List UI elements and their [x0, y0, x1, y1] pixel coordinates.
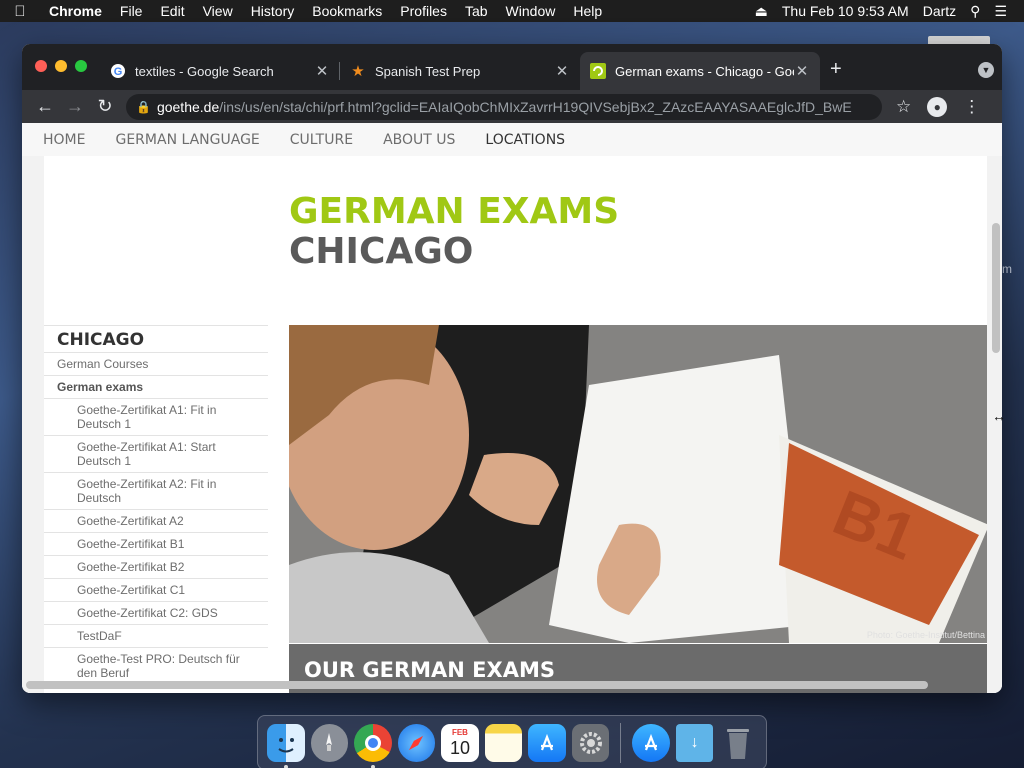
finder-icon[interactable] [267, 723, 305, 768]
url-host: goethe.de [156, 98, 220, 115]
menu-profiles[interactable]: Profiles [391, 3, 456, 19]
woman-reading-book-image: B1 [289, 325, 987, 643]
eject-icon[interactable]: ⏏ [748, 3, 775, 20]
sidebar-item-german-courses[interactable]: German Courses [44, 353, 268, 376]
trash-icon[interactable] [719, 724, 757, 762]
sidebar-navigation: CHICAGO German Courses German exams Goet… [44, 325, 268, 685]
spotlight-search-icon[interactable]: ⚲ [963, 3, 987, 20]
downloads-folder-icon[interactable]: ↓ [675, 723, 714, 762]
svg-text:G: G [114, 66, 123, 78]
sidebar-item-german-exams[interactable]: German exams [44, 376, 268, 399]
nav-culture[interactable]: CULTURE [290, 132, 353, 148]
lock-icon[interactable]: 🔒 [136, 100, 151, 114]
new-tab-icon[interactable]: + [830, 58, 842, 81]
section-heading: OUR GERMAN EXAMS [304, 658, 555, 682]
menu-view[interactable]: View [194, 3, 242, 19]
sidebar-subitem[interactable]: Goethe-Zertifikat B2 [44, 556, 268, 579]
sidebar-heading[interactable]: CHICAGO [44, 325, 268, 353]
nav-about-us[interactable]: ABOUT US [383, 132, 455, 148]
system-preferences-icon[interactable] [571, 723, 610, 762]
bookmark-star-icon[interactable]: ☆ [896, 97, 911, 117]
chrome-icon[interactable] [354, 723, 392, 768]
nav-locations[interactable]: LOCATIONS [485, 132, 565, 148]
sidebar-subitem[interactable]: Goethe-Zertifikat A1: Start Deutsch 1 [44, 436, 268, 473]
web-content: HOME GERMAN LANGUAGE CULTURE ABOUT US LO… [22, 123, 1002, 693]
back-arrow-icon[interactable]: ← [30, 96, 60, 117]
zoom-window-button[interactable] [75, 60, 87, 72]
tab-strip: G textiles - Google Search ✕ ★ Spanish T… [22, 44, 1002, 90]
tab-search-icon[interactable]: ▼ [978, 62, 994, 78]
vertical-scrollbar[interactable] [992, 223, 1000, 353]
sidebar-subitem[interactable]: Goethe-Zertifikat A2: Fit in Deutsch [44, 473, 268, 510]
sidebar-subitem[interactable]: TestDaF [44, 625, 268, 648]
desktop-partial-label: m [1002, 262, 1012, 276]
app-store-downloads-icon[interactable] [632, 723, 670, 762]
chrome-menu-icon[interactable]: ⋮ [963, 97, 980, 117]
reload-icon[interactable]: ↻ [90, 96, 120, 117]
sidebar-subitem[interactable]: Goethe-Zertifikat C1 [44, 579, 268, 602]
menu-window[interactable]: Window [497, 3, 565, 19]
url-path: /ins/us/en/sta/chi/prf.html?gclid=EAIaIQ… [219, 98, 852, 115]
tab-google-search[interactable]: G textiles - Google Search ✕ [100, 52, 340, 90]
launchpad-icon[interactable] [310, 723, 349, 762]
address-bar[interactable]: 🔒 goethe.de /ins/us/en/sta/chi/prf.html?… [126, 93, 882, 120]
page-title-line1: GERMAN EXAMS [289, 191, 620, 232]
hero-photo: B1 Photo: Goethe-Institut/Bettina [289, 325, 987, 643]
menu-edit[interactable]: Edit [151, 3, 193, 19]
forward-arrow-icon[interactable]: → [60, 96, 90, 117]
menu-file[interactable]: File [111, 3, 152, 19]
menu-history[interactable]: History [242, 3, 304, 19]
safari-icon[interactable] [397, 723, 436, 762]
calendar-icon[interactable]: FEB 10 [441, 723, 479, 762]
page-body: GERMAN EXAMS CHICAGO CHICAGO German Cour… [44, 156, 987, 693]
star-favicon-icon: ★ [351, 63, 365, 80]
page-title-line2: CHICAGO [289, 231, 474, 272]
tab-german-exams[interactable]: German exams - Chicago - Goethe ✕ [580, 52, 820, 90]
menu-bookmarks[interactable]: Bookmarks [303, 3, 391, 19]
sidebar-subitem[interactable]: Goethe-Test PRO: Deutsch für den Beruf [44, 648, 268, 685]
google-favicon-icon: G [110, 63, 126, 79]
macos-menubar:  Chrome File Edit View History Bookmark… [0, 0, 1024, 22]
page-title: GERMAN EXAMS CHICAGO [289, 192, 619, 272]
menu-help[interactable]: Help [564, 3, 611, 19]
close-window-button[interactable] [35, 60, 47, 72]
tab-title: German exams - Chicago - Goethe [615, 63, 794, 79]
close-tab-icon[interactable]: ✕ [314, 62, 330, 80]
notes-icon[interactable] [484, 723, 523, 762]
resize-cursor-icon: ↔ [992, 408, 1006, 424]
profile-avatar-icon[interactable]: ● [927, 96, 948, 117]
sidebar-subitem[interactable]: Goethe-Zertifikat A2 [44, 510, 268, 533]
tab-spanish-test-prep[interactable]: ★ Spanish Test Prep ✕ [340, 52, 580, 90]
tab-title: textiles - Google Search [135, 63, 274, 79]
menu-app-chrome[interactable]: Chrome [40, 3, 111, 19]
calendar-day: 10 [449, 737, 470, 758]
horizontal-scrollbar[interactable] [26, 681, 928, 689]
tab-title: Spanish Test Prep [375, 63, 481, 79]
nav-home[interactable]: HOME [43, 132, 85, 148]
close-tab-icon[interactable]: ✕ [554, 62, 570, 80]
browser-toolbar: ← → ↻ 🔒 goethe.de /ins/us/en/sta/chi/prf… [22, 90, 1002, 123]
menu-tab[interactable]: Tab [456, 3, 497, 19]
sidebar-subitem[interactable]: Goethe-Zertifikat A1: Fit in Deutsch 1 [44, 399, 268, 436]
sidebar-subitem[interactable]: Goethe-Zertifikat C2: GDS [44, 602, 268, 625]
menubar-user[interactable]: Dartz [916, 3, 963, 19]
close-tab-icon[interactable]: ✕ [794, 62, 810, 80]
minimize-window-button[interactable] [55, 60, 67, 72]
app-store-icon[interactable] [528, 723, 566, 762]
apple-icon[interactable]:  [0, 3, 40, 20]
menubar-clock[interactable]: Thu Feb 10 9:53 AM [775, 3, 916, 19]
sidebar-subitem[interactable]: Goethe-Zertifikat B1 [44, 533, 268, 556]
browser-window: G textiles - Google Search ✕ ★ Spanish T… [22, 44, 1002, 693]
control-center-icon[interactable]: ☰ [987, 3, 1014, 20]
goethe-favicon-icon [590, 63, 606, 79]
site-navigation: HOME GERMAN LANGUAGE CULTURE ABOUT US LO… [22, 123, 1002, 156]
dock: FEB 10 ↓ [257, 715, 767, 768]
calendar-month: FEB [451, 727, 468, 737]
photo-credit: Photo: Goethe-Institut/Bettina [866, 630, 985, 640]
nav-german-language[interactable]: GERMAN LANGUAGE [115, 132, 259, 148]
